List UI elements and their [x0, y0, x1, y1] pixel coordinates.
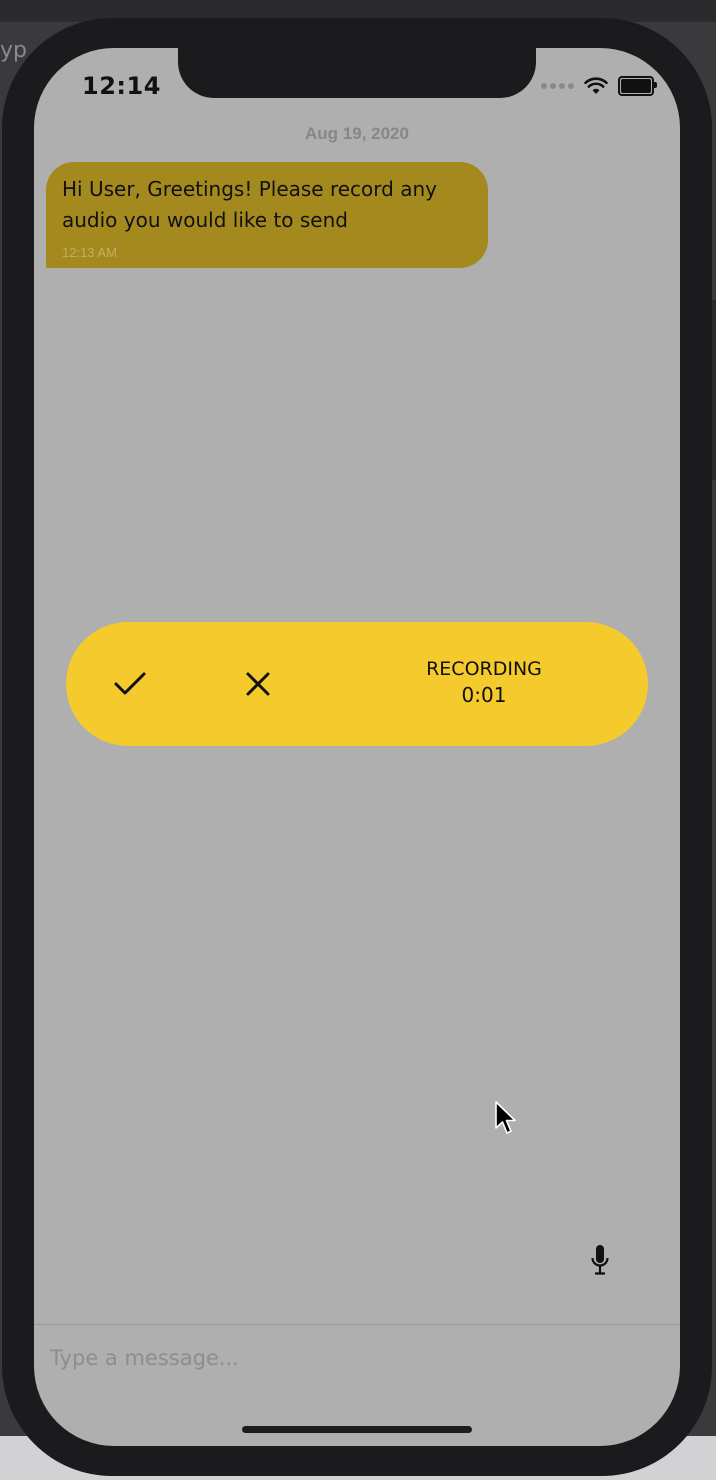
- phone-frame: 12:14 Aug 19, 2020 Hi User, Greetings! P…: [2, 18, 712, 1476]
- recording-status: RECORDING 0:01: [396, 656, 572, 708]
- home-indicator[interactable]: [242, 1426, 472, 1433]
- status-bar-time: 12:14: [82, 72, 161, 100]
- phone-screen: 12:14 Aug 19, 2020 Hi User, Greetings! P…: [34, 48, 680, 1446]
- recording-bar: RECORDING 0:01: [66, 622, 648, 746]
- status-bar-indicators: [541, 74, 657, 98]
- signal-icon: [541, 83, 574, 89]
- wifi-icon: [584, 77, 608, 94]
- message-text: Hi User, Greetings! Please record any au…: [62, 177, 437, 232]
- battery-icon: [618, 76, 657, 96]
- message-timestamp: 12:13 AM: [62, 245, 117, 260]
- mouse-cursor-icon: [495, 1101, 516, 1134]
- recording-label: RECORDING: [426, 658, 542, 680]
- microphone-icon: [591, 1245, 609, 1275]
- composer-divider: [34, 1324, 680, 1325]
- recording-timer: 0:01: [461, 683, 507, 707]
- cancel-recording-button[interactable]: [236, 662, 280, 706]
- confirm-recording-button[interactable]: [108, 662, 152, 706]
- microphone-button[interactable]: [588, 1238, 612, 1282]
- message-input[interactable]: [48, 1340, 612, 1376]
- chat-date-header: Aug 19, 2020: [305, 124, 409, 143]
- phone-notch: [178, 48, 536, 98]
- incoming-message-bubble[interactable]: Hi User, Greetings! Please record any au…: [46, 162, 488, 268]
- close-icon: [246, 672, 270, 696]
- checkmark-icon: [114, 672, 146, 695]
- desktop-window-text-fragment: yp: [0, 38, 27, 63]
